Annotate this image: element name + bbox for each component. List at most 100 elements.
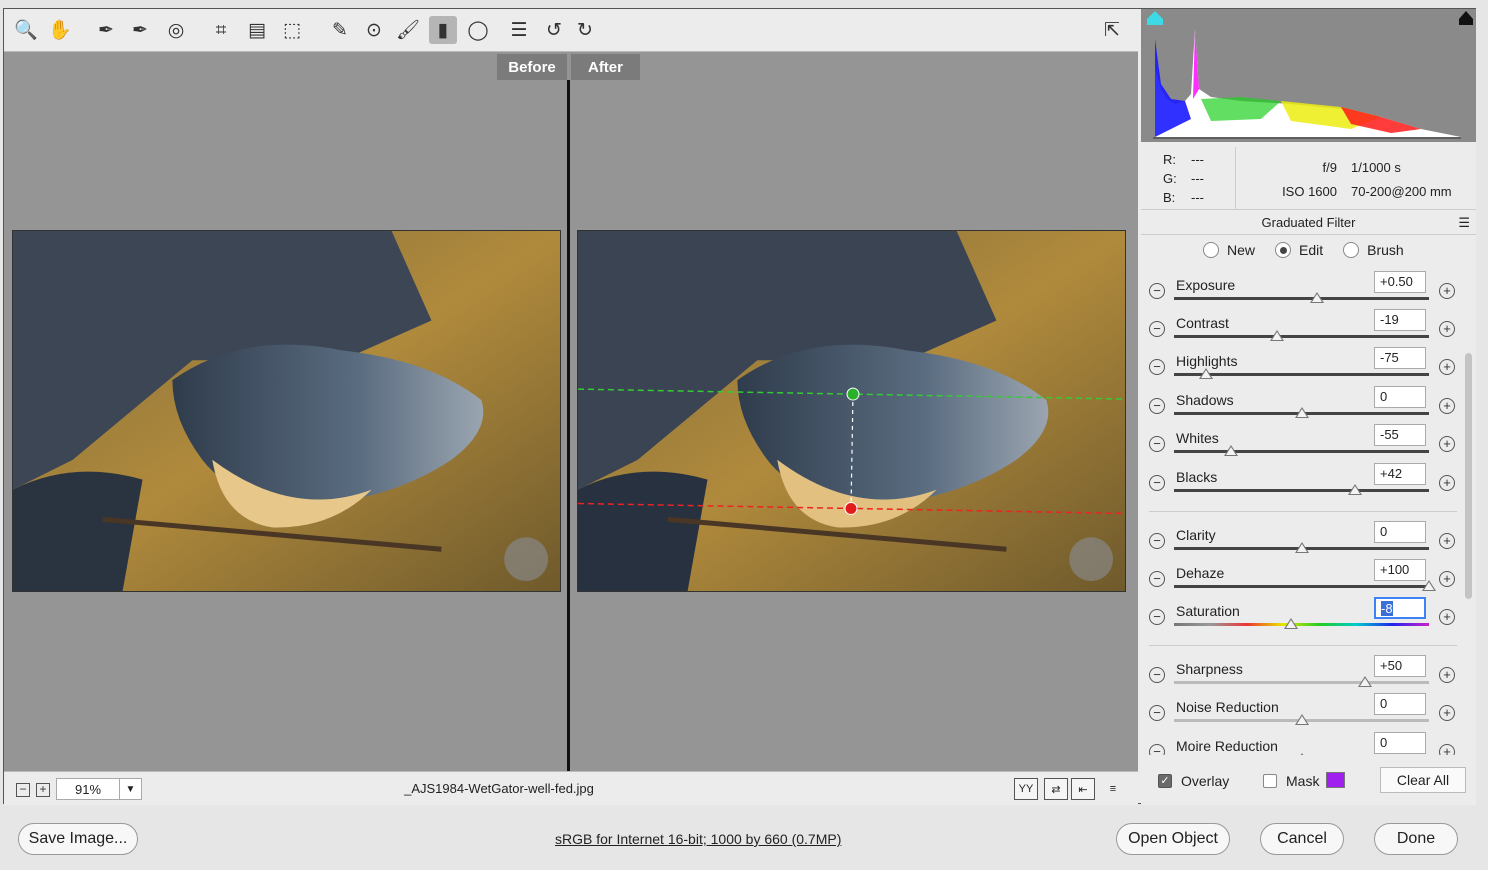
saturation-slider-track[interactable] (1174, 623, 1429, 626)
minus-icon[interactable]: − (1149, 667, 1165, 683)
transform-icon[interactable]: ⬚ (278, 16, 306, 44)
radial-filter-icon[interactable]: ◯ (464, 16, 492, 44)
exposure-slider-track[interactable] (1174, 297, 1429, 300)
done-button[interactable]: Done (1374, 823, 1458, 855)
minus-icon[interactable]: − (1149, 475, 1165, 491)
zoom-out-button[interactable]: − (16, 783, 30, 797)
preview-canvas[interactable]: Before After (4, 52, 1138, 771)
white-balance-icon[interactable]: ✒ (92, 16, 120, 44)
mode-brush-radio[interactable]: Brush (1343, 242, 1404, 258)
dehaze-slider-track[interactable] (1174, 585, 1429, 588)
spot-removal-icon[interactable]: ✎ (326, 16, 354, 44)
clarity-slider-thumb[interactable] (1294, 542, 1309, 553)
adjustment-brush-icon[interactable]: 🖌 (394, 16, 422, 44)
plus-icon[interactable]: + (1439, 359, 1455, 375)
mode-edit-radio[interactable]: Edit (1275, 242, 1323, 258)
cancel-button[interactable]: Cancel (1260, 823, 1344, 855)
whites-value-field[interactable]: -55 (1374, 424, 1426, 446)
minus-icon[interactable]: − (1149, 609, 1165, 625)
dehaze-slider-thumb[interactable] (1422, 580, 1436, 591)
graduated-filter-icon[interactable]: ▮ (429, 16, 457, 44)
plus-icon[interactable]: + (1439, 744, 1455, 755)
contrast-label: Contrast (1176, 315, 1229, 331)
exposure-value-field[interactable]: +0.50 (1374, 271, 1426, 293)
zoom-in-button[interactable]: + (36, 783, 50, 797)
minus-icon[interactable]: − (1149, 571, 1165, 587)
panel-menu-icon[interactable]: ☰ (1458, 216, 1470, 229)
blacks-slider-track[interactable] (1174, 489, 1429, 492)
minus-icon[interactable]: − (1149, 705, 1165, 721)
panel-scrollbar[interactable] (1463, 277, 1473, 755)
minus-icon[interactable]: − (1149, 436, 1165, 452)
contrast-slider-track[interactable] (1174, 335, 1429, 338)
minus-icon[interactable]: − (1149, 533, 1165, 549)
minus-icon[interactable]: − (1149, 744, 1165, 755)
dehaze-value-field[interactable]: +100 (1374, 559, 1426, 581)
plus-icon[interactable]: + (1439, 667, 1455, 683)
sharpness-value-field[interactable]: +50 (1374, 655, 1426, 677)
sharpness-slider-thumb[interactable] (1358, 676, 1373, 687)
plus-icon[interactable]: + (1439, 321, 1455, 337)
zoom-value: 91% (74, 781, 102, 797)
exposure-slider-thumb[interactable] (1309, 292, 1324, 303)
scrollbar-thumb[interactable] (1465, 353, 1472, 599)
crop-icon[interactable]: ⌗ (207, 16, 235, 44)
plus-icon[interactable]: + (1439, 533, 1455, 549)
clarity-value-field[interactable]: 0 (1374, 521, 1426, 543)
noise-reduction-slider-thumb[interactable] (1294, 714, 1309, 725)
clear-all-button[interactable]: Clear All (1380, 767, 1466, 793)
overlay-checkbox[interactable]: ✓ Overlay (1158, 773, 1229, 789)
workflow-options-link[interactable]: sRGB for Internet 16-bit; 1000 by 660 (0… (555, 831, 841, 847)
mask-color-swatch[interactable] (1326, 772, 1345, 788)
rotate-left-icon[interactable]: ↺ (540, 16, 568, 44)
shadows-value-field[interactable]: 0 (1374, 386, 1426, 408)
fullscreen-toggle-icon[interactable]: ⇱ (1098, 16, 1126, 44)
panel-title: Graduated Filter ☰ (1141, 209, 1476, 235)
after-image[interactable] (577, 230, 1126, 592)
minus-icon[interactable]: − (1149, 321, 1165, 337)
saturation-slider-thumb[interactable] (1284, 618, 1299, 629)
highlights-slider-thumb[interactable] (1198, 368, 1213, 379)
view-settings-button[interactable]: ≡ (1101, 778, 1125, 800)
selected-text: -8 (1381, 601, 1393, 616)
copy-settings-button[interactable]: ⇤ (1071, 778, 1095, 800)
blacks-value-field[interactable]: +42 (1374, 463, 1426, 485)
saturation-value-field[interactable]: -8 (1374, 597, 1426, 619)
minus-icon[interactable]: − (1149, 398, 1165, 414)
zoom-icon[interactable]: 🔍 (12, 16, 40, 44)
plus-icon[interactable]: + (1439, 705, 1455, 721)
swap-settings-button[interactable]: ⇄ (1044, 778, 1068, 800)
plus-icon[interactable]: + (1439, 436, 1455, 452)
hand-icon[interactable]: ✋ (46, 16, 74, 44)
plus-icon[interactable]: + (1439, 475, 1455, 491)
straighten-icon[interactable]: ▤ (243, 16, 271, 44)
moire-reduction-slider-thumb[interactable] (1294, 753, 1309, 755)
mode-new-radio[interactable]: New (1203, 242, 1255, 258)
highlights-value-field[interactable]: -75 (1374, 347, 1426, 369)
plus-icon[interactable]: + (1439, 609, 1455, 625)
blacks-slider-thumb[interactable] (1348, 484, 1363, 495)
rotate-right-icon[interactable]: ↻ (571, 16, 599, 44)
open-object-button[interactable]: Open Object (1116, 823, 1230, 855)
noise-reduction-value-field[interactable]: 0 (1374, 693, 1426, 715)
moire-reduction-value-field[interactable]: 0 (1374, 732, 1426, 754)
whites-slider-thumb[interactable] (1224, 445, 1239, 456)
targeted-adjustment-icon[interactable]: ◎ (162, 16, 190, 44)
plus-icon[interactable]: + (1439, 398, 1455, 414)
contrast-slider-thumb[interactable] (1270, 330, 1285, 341)
mask-checkbox[interactable]: Mask (1263, 773, 1319, 789)
shadows-slider-thumb[interactable] (1294, 407, 1309, 418)
save-image-button[interactable]: Save Image... (18, 823, 138, 855)
contrast-value-field[interactable]: -19 (1374, 309, 1426, 331)
minus-icon[interactable]: − (1149, 359, 1165, 375)
whites-slider-track[interactable] (1174, 450, 1429, 453)
sharpness-slider-track[interactable] (1174, 681, 1429, 684)
red-eye-icon[interactable]: ⊙ (360, 16, 388, 44)
before-after-view-button[interactable]: YY (1014, 778, 1038, 800)
color-sampler-icon[interactable]: ✒ (126, 16, 154, 44)
plus-icon[interactable]: + (1439, 283, 1455, 299)
minus-icon[interactable]: − (1149, 283, 1165, 299)
plus-icon[interactable]: + (1439, 571, 1455, 587)
zoom-select[interactable]: 91% ▼ (56, 778, 142, 800)
preferences-icon[interactable]: ☰ (505, 16, 533, 44)
